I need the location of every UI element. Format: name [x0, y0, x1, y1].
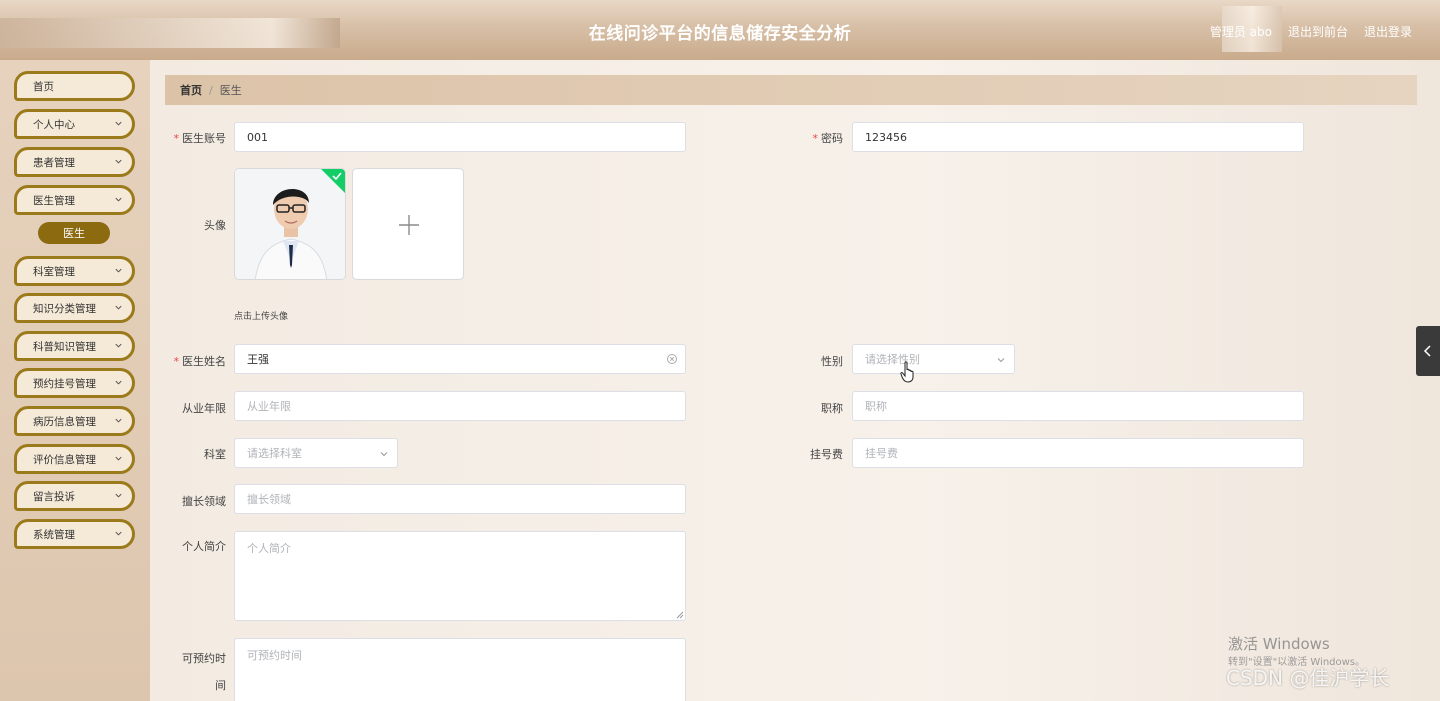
fee-label: 挂号费 [810, 448, 843, 461]
dept-placeholder: 请选择科室 [247, 447, 302, 460]
hand-cursor-icon [900, 361, 914, 383]
chevron-down-icon [115, 343, 122, 348]
sidebar-item[interactable]: 科室管理 [14, 256, 135, 286]
chevron-down-icon [115, 456, 122, 461]
windows-activation-title: 激活 Windows [1228, 635, 1330, 653]
sidebar-item[interactable]: 知识分类管理 [14, 293, 135, 323]
plus-icon [399, 215, 419, 235]
schedule-textarea[interactable]: 可预约时间 [234, 638, 686, 701]
intro-placeholder: 个人简介 [247, 542, 291, 555]
sidebar-item-label: 医生管理 [33, 194, 75, 207]
sidebar-item-label: 病历信息管理 [33, 415, 96, 428]
sidebar-item[interactable]: 评价信息管理 [14, 444, 135, 474]
years-input[interactable]: 从业年限 [234, 391, 686, 421]
required-mark: * [812, 132, 819, 145]
breadcrumb-home[interactable]: 首页 [180, 82, 202, 98]
header-nav: 管理员 abo 退出到前台 退出登录 [1210, 23, 1412, 40]
front-exit-link[interactable]: 退出到前台 [1288, 23, 1348, 40]
sidebar-item[interactable]: 系统管理 [14, 519, 135, 549]
name-label: * 医生姓名 [173, 355, 227, 368]
csdn-watermark: CSDN @佳沪学长 [1226, 666, 1390, 690]
avatar-hint: 点击上传头像 [234, 312, 289, 322]
resize-handle-icon[interactable] [676, 611, 684, 619]
chevron-down-icon [115, 268, 122, 273]
breadcrumb: 首页 / 医生 [165, 75, 1417, 105]
chevron-left-icon [1423, 345, 1431, 357]
sidebar-item-label: 留言投诉 [33, 490, 75, 503]
chevron-down-icon [115, 531, 122, 536]
clear-icon[interactable] [666, 353, 678, 365]
fee-input[interactable]: 挂号费 [852, 438, 1304, 468]
password-input[interactable]: 123456 [852, 122, 1304, 152]
title-label: 职称 [821, 402, 843, 415]
specialty-label: 擅长领域 [182, 495, 226, 508]
title-input[interactable]: 职称 [852, 391, 1304, 421]
chevron-down-icon [115, 493, 122, 498]
sidebar-item[interactable]: 病历信息管理 [14, 406, 135, 436]
sidebar-item[interactable]: 科普知识管理 [14, 331, 135, 361]
sidebar-item-label: 系统管理 [33, 528, 75, 541]
gender-label: 性别 [821, 355, 843, 368]
top-header: 在线问诊平台的信息储存安全分析 管理员 abo 退出到前台 退出登录 [0, 0, 1440, 60]
chevron-down-icon [115, 121, 122, 126]
required-mark: * [173, 132, 180, 145]
collapse-tab[interactable] [1416, 326, 1440, 376]
sidebar-item-label: 首页 [33, 80, 54, 93]
avatar-upload-button[interactable] [352, 168, 464, 280]
sidebar-item-label: 科普知识管理 [33, 340, 96, 353]
schedule-placeholder: 可预约时间 [247, 649, 302, 662]
schedule-label: 可预约时间 [182, 652, 226, 692]
password-label: * 密码 [812, 132, 844, 145]
sidebar-item[interactable]: 预约挂号管理 [14, 368, 135, 398]
sidebar-item[interactable]: 留言投诉 [14, 481, 135, 511]
chevron-down-icon [380, 452, 388, 457]
intro-label: 个人简介 [182, 540, 226, 553]
account-input[interactable]: 001 [234, 122, 686, 152]
logout-link[interactable]: 退出登录 [1364, 23, 1412, 40]
dept-select[interactable]: 请选择科室 [234, 438, 398, 468]
avatar-label: 头像 [204, 219, 226, 232]
sidebar-item-label: 知识分类管理 [33, 302, 96, 315]
sidebar-item-label: 预约挂号管理 [33, 377, 96, 390]
chevron-down-icon [997, 358, 1005, 363]
name-input-value: 王强 [247, 353, 269, 366]
chevron-down-icon [115, 380, 122, 385]
chevron-down-icon [115, 159, 122, 164]
sidebar-item[interactable]: 个人中心 [14, 109, 135, 139]
chevron-down-icon [115, 418, 122, 423]
required-mark: * [173, 355, 180, 368]
upload-success-icon [321, 169, 345, 193]
breadcrumb-separator: / [209, 83, 213, 97]
sidebar-item[interactable]: 患者管理 [14, 147, 135, 177]
specialty-input[interactable]: 擅长领域 [234, 484, 686, 514]
intro-textarea[interactable]: 个人简介 [234, 531, 686, 621]
sidebar-item-label: 患者管理 [33, 156, 75, 169]
breadcrumb-current: 医生 [219, 84, 242, 97]
years-label: 从业年限 [182, 402, 226, 415]
chevron-down-icon [115, 197, 122, 202]
account-label: * 医生账号 [173, 132, 227, 145]
sidebar-item[interactable]: 首页 [14, 71, 135, 101]
sidebar-subitem-doctor[interactable]: 医生 [38, 222, 110, 244]
sidebar-item-label: 科室管理 [33, 265, 75, 278]
name-input[interactable]: 王强 [234, 344, 686, 374]
avatar-preview[interactable] [234, 168, 346, 280]
sidebar-item[interactable]: 医生管理 [14, 185, 135, 215]
chevron-down-icon [115, 305, 122, 310]
sidebar-item-label: 评价信息管理 [33, 453, 96, 466]
sidebar-item-label: 个人中心 [33, 118, 75, 131]
gender-select[interactable]: 请选择性别 [852, 344, 1015, 374]
dept-label: 科室 [204, 448, 226, 461]
admin-user-link[interactable]: 管理员 abo [1210, 23, 1272, 40]
